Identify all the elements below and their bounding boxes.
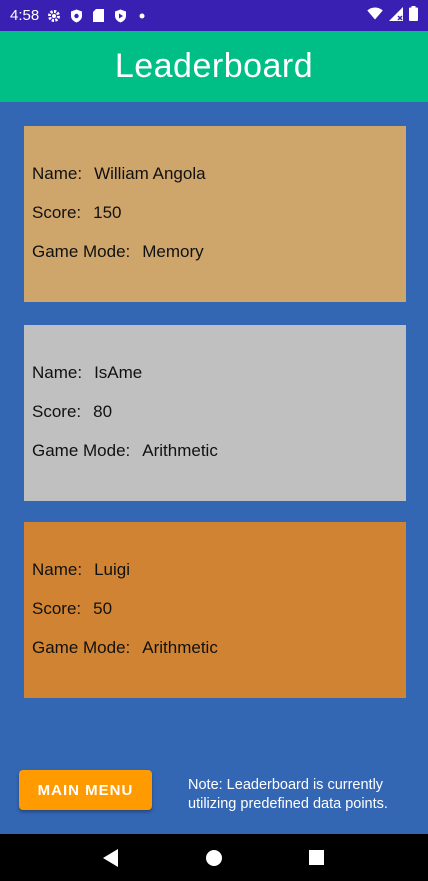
shield-icon (69, 9, 83, 23)
recents-icon[interactable] (302, 843, 332, 873)
main-menu-button[interactable]: MAIN MENU (19, 770, 152, 810)
status-bar: 4:58 (0, 0, 428, 31)
leaderboard-content: Name: William Angola Score: 150 Game Mod… (0, 102, 428, 834)
page-title: Leaderboard (114, 47, 314, 85)
score-label: Score: (32, 598, 82, 618)
sd-card-icon (91, 9, 105, 23)
leaderboard-entry: Name: Luigi Score: 50 Game Mode: Arithme… (24, 522, 406, 698)
system-nav-bar (0, 834, 428, 881)
wifi-icon (367, 7, 383, 24)
player-game-mode: Memory (142, 241, 204, 261)
name-label: Name: (32, 559, 83, 579)
game-mode-label: Game Mode: (32, 440, 131, 460)
leaderboard-entry: Name: William Angola Score: 150 Game Mod… (24, 126, 406, 302)
battery-icon (409, 6, 418, 25)
name-label: Name: (32, 163, 83, 183)
home-icon[interactable] (199, 843, 229, 873)
gear-icon (47, 9, 61, 23)
leaderboard-entry: Name: IsAme Score: 80 Game Mode: Arithme… (24, 325, 406, 501)
status-right (367, 6, 418, 25)
name-label: Name: (32, 362, 83, 382)
game-mode-label: Game Mode: (32, 241, 131, 261)
back-icon[interactable] (96, 843, 126, 873)
dot-icon (135, 9, 149, 23)
player-game-mode: Arithmetic (142, 440, 218, 460)
player-game-mode: Arithmetic (142, 637, 218, 657)
player-score: 80 (93, 401, 113, 421)
game-mode-label: Game Mode: (32, 637, 131, 657)
score-label: Score: (32, 202, 82, 222)
player-name: William Angola (94, 163, 206, 183)
shield-play-icon (113, 9, 127, 23)
player-score: 50 (93, 598, 113, 618)
data-note: Note: Leaderboard is currently utilizing… (188, 777, 388, 812)
status-left: 4:58 (10, 7, 149, 24)
player-score: 150 (93, 202, 122, 222)
app-bar: Leaderboard (0, 31, 428, 102)
player-name: IsAme (94, 362, 143, 382)
signal-icon (389, 6, 403, 25)
status-time: 4:58 (10, 7, 40, 24)
score-label: Score: (32, 401, 82, 421)
player-name: Luigi (94, 559, 130, 579)
